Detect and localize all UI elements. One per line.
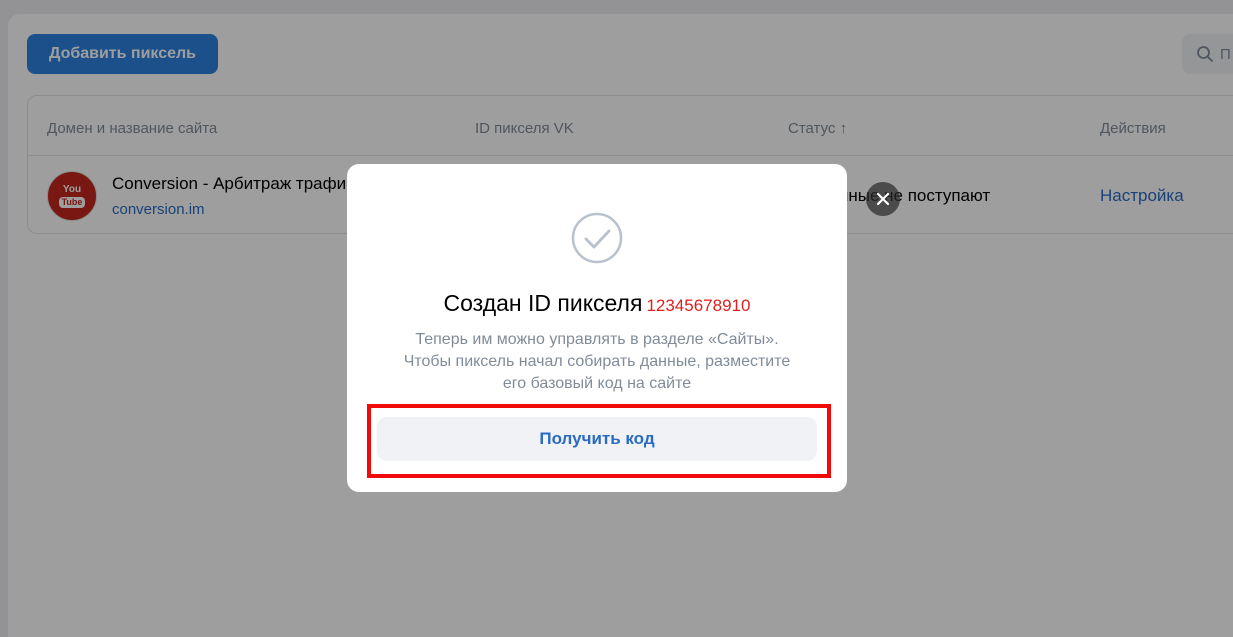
modal-description-line: Теперь им можно управлять в разделе «Сай…	[415, 331, 779, 348]
check-circle-icon	[571, 212, 623, 264]
modal-description: Теперь им можно управлять в разделе «Сай…	[367, 329, 827, 395]
modal-title-text: Создан ID пикселя	[443, 290, 643, 316]
close-modal-button[interactable]	[866, 182, 900, 216]
modal-description-line: Чтобы пиксель начал собирать данные, раз…	[403, 353, 791, 370]
modal-title: Создан ID пикселя 12345678910	[347, 290, 847, 317]
pixel-created-modal: Создан ID пикселя 12345678910 Теперь им м…	[347, 164, 847, 492]
pixel-id-value: 12345678910	[646, 296, 751, 315]
highlight-annotation	[367, 404, 831, 478]
close-icon	[876, 192, 890, 206]
modal-description-line: его базовый код на сайте	[502, 375, 692, 392]
